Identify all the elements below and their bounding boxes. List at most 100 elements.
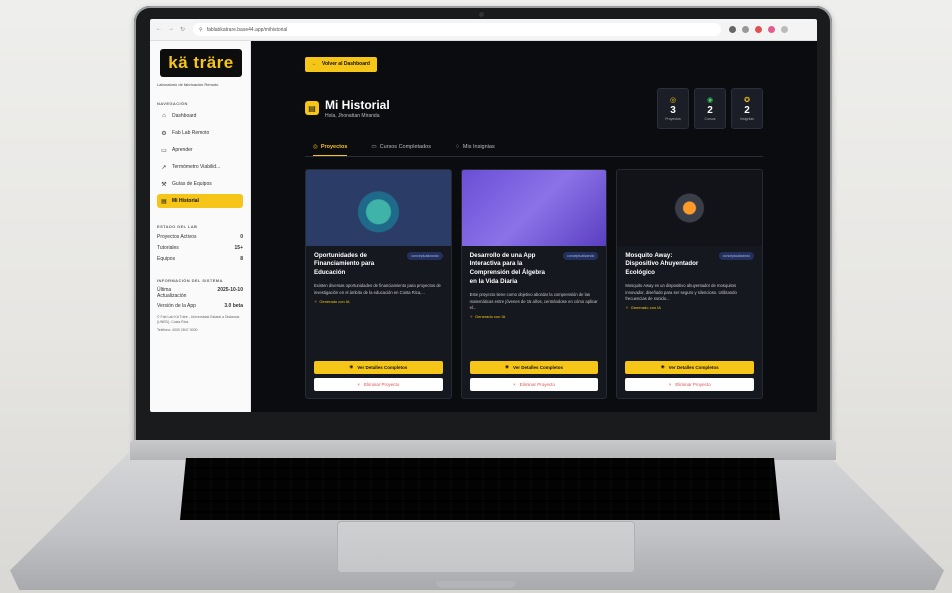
tagline: Laboratorio de fabricación Remoto (157, 82, 219, 87)
project-description: Este proyecto tiene como objetivo aborda… (469, 292, 598, 311)
lab-stat-label: Equipos (157, 256, 176, 262)
sys-section-title: INFORMACIÓN DEL SISTEMA (157, 278, 223, 283)
sidebar-item-aprender[interactable]: ▭ Aprender (157, 143, 243, 157)
project-card: Desarrollo de una App Interactiva para l… (460, 168, 608, 399)
close-icon: × (668, 381, 672, 387)
view-details-button[interactable]: ◉ Ver Detalles Completos (469, 360, 599, 374)
trackpad (337, 521, 635, 573)
lab-stat-label: Proyectos Activos (157, 234, 197, 240)
lock-icon: ⚲ (199, 26, 203, 33)
folder-icon: ▤ (305, 101, 319, 115)
project-title: Mosquito Away: Dispositivo Ahuyentador E… (625, 251, 699, 277)
project-description: Existen diversas oportunidades de financ… (314, 283, 441, 295)
target-icon: ◎ (313, 143, 318, 150)
trend-icon: ↗ (161, 164, 167, 171)
view-details-label: Ver Detalles Completos (512, 364, 563, 370)
project-description: Mosquito Away es un dispositivo ahuyenta… (625, 283, 737, 302)
sidebar-item-label: Guías de Equipos (172, 181, 212, 187)
check-circle-icon: ◉ (706, 96, 714, 104)
sys-label: Última Actualización (157, 287, 187, 299)
view-details-button[interactable]: ◉ Ver Detalles Completos (625, 360, 755, 374)
view-details-label: Ver Detalles Completos (668, 364, 719, 370)
extension-icon[interactable] (755, 26, 763, 33)
address-bar[interactable]: ⚲ fablabkatrare.base44.app/mihistorial (193, 23, 722, 36)
footer-phone: Teléfono: 4000 2847 0000 (157, 327, 198, 332)
close-icon: × (357, 381, 361, 387)
counter-label: Proyectos (665, 116, 681, 121)
sidebar-item-label: Mi Historial (172, 198, 199, 204)
extension-icon[interactable] (768, 26, 776, 33)
arrow-left-icon: ← (312, 61, 317, 67)
footer-text: © Fab Lab Kä Träre - Universidad Estatal… (157, 315, 240, 324)
screen: ← → ↻ ⚲ fablabkatrare.base44.app/mihisto… (150, 19, 817, 412)
delete-project-button[interactable]: × Eliminar Proyecto (314, 377, 443, 391)
sys-value: 3.0 beta (224, 303, 243, 309)
sidebar-item-fablab[interactable]: ⚙ Fab Lab Remoto (157, 126, 243, 140)
sidebar-item-label: Aprender (172, 147, 193, 153)
sidebar-item-label: Termómetro Viabilid... (172, 164, 221, 170)
eye-icon: ◉ (660, 364, 665, 369)
view-details-button[interactable]: ◉ Ver Detalles Completos (314, 360, 443, 374)
delete-project-button[interactable]: × Eliminar Proyecto (469, 377, 599, 391)
reload-icon[interactable]: ↻ (180, 26, 185, 33)
logo[interactable]: kä träre (160, 49, 242, 77)
delete-project-button[interactable]: × Eliminar Proyecto (625, 377, 755, 391)
app: kä träre Laboratorio de fabricación Remo… (150, 41, 817, 412)
counter-cursos: ◉ 2 Cursos (694, 87, 726, 129)
sidebar-item-guias[interactable]: ⚒ Guías de Equipos (157, 177, 243, 191)
tab-insignias[interactable]: ♢ Mis Insignias (455, 144, 495, 156)
status-badge: conceptualizando (407, 251, 443, 260)
ai-generated-tag: ✧ Generado con IA (470, 314, 599, 319)
sidebar-item-termometro[interactable]: ↗ Termómetro Viabilid... (157, 160, 243, 174)
sidebar-item-label: Dashboard (172, 113, 197, 119)
ai-generated-label: Generado con IA (475, 314, 506, 320)
laptop-notch (436, 581, 516, 588)
sidebar-item-dashboard[interactable]: ⌂ Dashboard (157, 109, 243, 123)
title-wrap: ▤ Mi Historial Hola, Jhonattan Miranda (305, 88, 390, 129)
page-title: Mi Historial (325, 97, 390, 112)
back-to-dashboard-button[interactable]: ← Volver al Dashboard (305, 56, 377, 72)
sys-row-version: Versión de la App 3.0 beta (157, 303, 243, 309)
project-card: Oportunidades de Financiamiento para Edu… (305, 168, 452, 399)
counters: ◎ 3 Proyectos ◉ 2 Cursos ✪ 2 Insignias (657, 87, 763, 129)
tab-cursos[interactable]: ▭ Cursos Completados (371, 144, 431, 156)
tab-label: Mis Insignias (462, 144, 495, 150)
home-icon: ⌂ (162, 113, 166, 119)
gear-icon: ⚙ (161, 130, 167, 137)
book-icon: ▭ (161, 147, 167, 154)
project-card: Mosquito Away: Dispositivo Ahuyentador E… (616, 168, 764, 399)
close-icon: × (513, 381, 516, 387)
counter-value: 2 (744, 104, 750, 116)
delete-project-label: Eliminar Proyecto (675, 381, 711, 387)
url-text: fablabkatrare.base44.app/mihistorial (206, 26, 288, 33)
project-image (617, 169, 763, 246)
back-arrow-icon[interactable]: ← (156, 26, 162, 33)
profile-icon[interactable] (781, 26, 789, 33)
tab-proyectos[interactable]: ◎ Proyectos (313, 143, 348, 156)
tab-label: Cursos Completados (379, 144, 431, 150)
extension-icon[interactable] (742, 26, 750, 33)
lightbulb-icon: ✧ (469, 314, 474, 320)
status-badge: conceptualizando (718, 251, 755, 260)
wrench-icon: ⚒ (161, 181, 167, 188)
back-button-label: Volver al Dashboard (322, 61, 370, 67)
counter-label: Insignias (740, 116, 754, 121)
forward-arrow-icon[interactable]: → (168, 26, 174, 33)
lightbulb-icon: ✧ (625, 305, 629, 311)
sidebar-item-label: Fab Lab Remoto (172, 130, 210, 136)
lab-section-title: ESTADO DEL LAB (157, 224, 198, 229)
main-content: ← Volver al Dashboard ▤ Mi Historial Hol… (251, 41, 817, 412)
tabs: ◎ Proyectos ▭ Cursos Completados ♢ Mis I… (305, 144, 763, 157)
sidebar-item-historial[interactable]: ▤ Mi Historial (157, 194, 243, 208)
ai-generated-tag: ✧ Generado con IA (314, 299, 443, 304)
lab-stat-value: 0 (240, 234, 243, 240)
extension-icon[interactable] (729, 26, 737, 33)
project-title: Desarrollo de una App Interactiva para l… (469, 251, 545, 286)
lab-stat-value: 15+ (234, 245, 243, 251)
ai-generated-label: Generado con IA (630, 305, 661, 311)
browser-bar: ← → ↻ ⚲ fablabkatrare.base44.app/mihisto… (150, 19, 817, 41)
sidebar: kä träre Laboratorio de fabricación Remo… (150, 41, 251, 412)
project-title: Oportunidades de Financiamiento para Edu… (314, 251, 375, 277)
counter-label: Cursos (704, 116, 716, 121)
keyboard (180, 458, 780, 520)
